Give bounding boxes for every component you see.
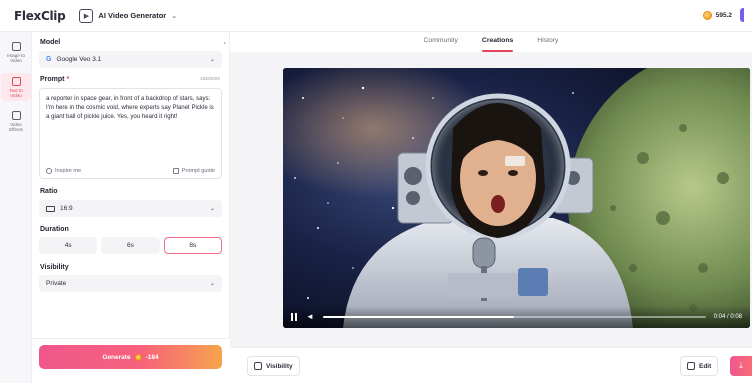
visibility-title: Visibility (40, 264, 69, 271)
scrollbar-handle[interactable]: ▴ (223, 40, 226, 46)
edit-button-label: Edit (699, 362, 712, 370)
lightbulb-icon (46, 168, 52, 174)
flexclip-logo[interactable]: FlexClip (14, 8, 66, 23)
ai-video-icon: ▶ (79, 8, 94, 23)
credits-badge[interactable]: 595.2 (702, 8, 744, 22)
prompt-guide-button[interactable]: Prompt guide (172, 168, 215, 174)
image-to-video-icon (11, 42, 21, 51)
credits-value: 595.2 (715, 11, 732, 19)
generate-button[interactable]: Generate -184 (39, 345, 222, 369)
top-bar: FlexClip ▶ AI Video Generator ⌄ 595.2 (0, 0, 752, 32)
inspire-me-button[interactable]: Inspire me (46, 168, 81, 174)
prompt-guide-label: Prompt guide (181, 168, 215, 174)
prompt-textarea[interactable]: a reporter in space gear, in front of a … (39, 88, 222, 179)
duration-option-8s[interactable]: 8s (163, 237, 222, 254)
logo-text: FlexClip (14, 8, 66, 23)
tab-bar: Community Creations History (230, 32, 752, 52)
download-icon: ⤓ (739, 361, 743, 370)
chevron-down-icon: ⌄ (209, 57, 215, 63)
visibility-value: Private (46, 280, 67, 287)
duration-option-6s[interactable]: 6s (101, 237, 160, 254)
tab-community[interactable]: Community (424, 32, 458, 52)
upgrade-button[interactable] (740, 8, 744, 22)
model-title: Model (40, 39, 61, 46)
prompt-title-text: Prompt (40, 76, 65, 83)
video-effects-icon (11, 111, 21, 121)
tab-creations[interactable]: Creations (481, 32, 514, 52)
edit-icon (687, 362, 695, 370)
pause-icon[interactable] (291, 313, 298, 321)
prompt-footer: Inspire me Prompt guide (46, 168, 215, 174)
aspect-ratio-icon (46, 205, 55, 212)
rail-item-image-to-video[interactable]: Image to Video (1, 38, 31, 67)
generate-cost: -184 (145, 353, 159, 361)
settings-panel: ▴ Model G Google Veo 3.1 ⌄ Prompt * 155/… (32, 32, 230, 383)
player-controls: ◄ 0:04 / 0:08 (283, 306, 750, 328)
ratio-select[interactable]: 16:9 ⌄ (39, 200, 222, 217)
main-area: Community Creations History ◄ 0:04 / 0:0… (230, 32, 752, 383)
prompt-title: Prompt * (40, 76, 69, 83)
chevron-down-icon: ⌄ (209, 206, 215, 212)
chevron-down-icon: ⌄ (171, 12, 178, 20)
required-mark: * (66, 76, 70, 83)
video-frame-image (283, 68, 750, 328)
visibility-button[interactable]: Visibility (247, 356, 300, 376)
rail-item-video-effects[interactable]: Video Effects (1, 107, 31, 136)
download-button[interactable]: ⤓ (730, 356, 752, 376)
coin-icon (134, 353, 142, 361)
ratio-value: 16:9 (60, 205, 73, 212)
visibility-icon (254, 362, 262, 370)
visibility-select[interactable]: Private ⌄ (39, 275, 222, 292)
prompt-text[interactable]: a reporter in space gear, in front of a … (46, 94, 218, 121)
generate-bar: Generate -184 (32, 338, 230, 383)
duration-options: 4s 6s 8s (39, 237, 222, 254)
generate-label: Generate (102, 353, 131, 361)
rail-item-label: Image to Video (7, 53, 25, 64)
text-to-video-icon (11, 76, 21, 86)
model-select[interactable]: G Google Veo 3.1 ⌄ (39, 51, 222, 68)
seek-bar[interactable] (323, 316, 706, 318)
rail-item-text-to-video[interactable]: Text to Video (1, 72, 31, 102)
duration-option-4s[interactable]: 4s (39, 237, 98, 254)
rail-item-label: Text to Video (9, 87, 23, 98)
chevron-down-icon: ⌄ (209, 281, 215, 287)
edit-button[interactable]: Edit (680, 356, 719, 376)
time-readout: 0:04 / 0:08 (713, 314, 742, 320)
visibility-button-label: Visibility (266, 362, 293, 370)
ratio-title: Ratio (40, 188, 58, 195)
video-player[interactable]: ◄ 0:04 / 0:08 (283, 68, 750, 328)
prompt-char-counter: 155/5000 (199, 77, 220, 82)
coin-icon (702, 10, 712, 20)
book-icon (172, 168, 179, 174)
tool-label: AI Video Generator (98, 11, 167, 20)
model-value: Google Veo 3.1 (56, 56, 102, 63)
action-bar: Visibility Edit ⤓ (230, 347, 752, 383)
volume-icon[interactable]: ◄ (306, 313, 315, 321)
left-rail: Image to Video Text to Video Video Effec… (0, 32, 32, 383)
google-icon: G (46, 56, 52, 63)
rail-item-label: Video Effects (9, 122, 23, 133)
duration-title: Duration (40, 226, 69, 233)
tab-history[interactable]: History (537, 32, 558, 52)
inspire-me-label: Inspire me (55, 168, 82, 174)
tool-switcher[interactable]: ▶ AI Video Generator ⌄ (79, 8, 178, 23)
seek-bar-progress (323, 316, 515, 318)
